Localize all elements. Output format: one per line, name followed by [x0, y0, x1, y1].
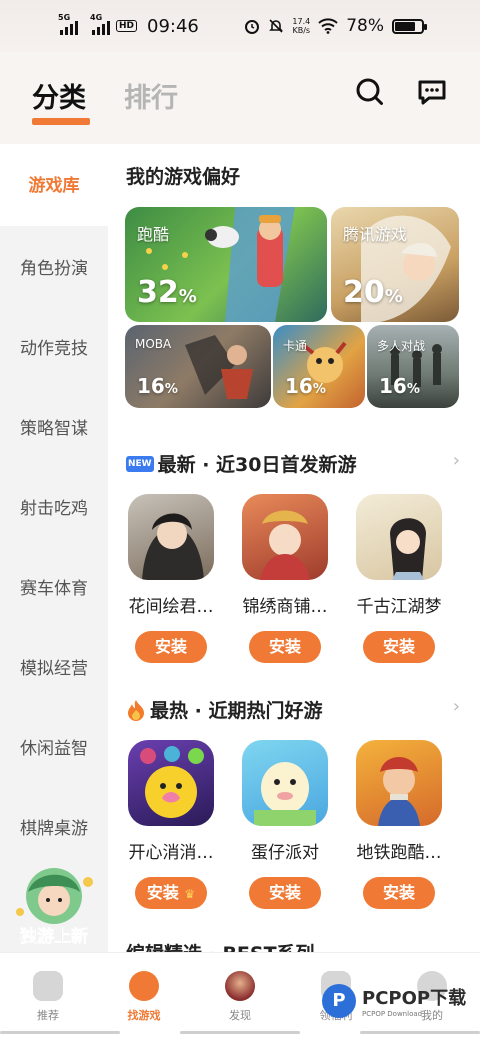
- install-button[interactable]: 安装: [363, 877, 435, 909]
- pref-card-tencent[interactable]: 腾讯游戏 20%: [331, 207, 459, 322]
- game-icon[interactable]: [242, 740, 328, 826]
- install-button[interactable]: 安装: [249, 631, 321, 663]
- home-indicator: [360, 1031, 480, 1034]
- nav-recommend[interactable]: 推荐: [0, 971, 96, 1023]
- top-header: 分类 排行: [0, 52, 480, 144]
- watermark-logo-icon: P: [322, 984, 356, 1018]
- pref-percent: 32%: [137, 275, 197, 310]
- newest-section-title: NEW 最新 · 近30日首发新游: [126, 454, 357, 476]
- tab-underline: [32, 118, 90, 125]
- hottest-more-arrow[interactable]: ›: [453, 696, 460, 717]
- game-icon[interactable]: [128, 494, 214, 580]
- install-button[interactable]: 安装: [135, 631, 207, 663]
- game-name: 千古江湖梦: [356, 597, 442, 617]
- game-card[interactable]: 地铁跑酷… 安装: [344, 740, 454, 909]
- sidebar-item-simulation[interactable]: 模拟经营: [0, 654, 108, 679]
- pref-label: 多人对战: [377, 339, 426, 353]
- crown-icon: ♛: [184, 887, 196, 901]
- install-button[interactable]: 安装: [249, 877, 321, 909]
- game-name: 地铁跑酷…: [356, 843, 442, 863]
- network-4g-label: 4G: [90, 13, 103, 22]
- game-icon[interactable]: [356, 740, 442, 826]
- search-icon[interactable]: [354, 76, 386, 108]
- pref-percent: 16%: [379, 374, 420, 398]
- game-icon[interactable]: [242, 494, 328, 580]
- tab-category[interactable]: 分类: [32, 76, 90, 125]
- watermark-brand: PCPOP下载: [362, 988, 467, 1009]
- signal-4g-icon: 4G: [90, 13, 110, 35]
- game-icon[interactable]: [356, 494, 442, 580]
- sidebar-item-casual[interactable]: 休闲益智: [0, 734, 108, 759]
- status-bar: 5G 4G HD 09:46 17.4 KB/s 78%: [0, 0, 480, 52]
- pref-label: 腾讯游戏: [343, 225, 408, 244]
- pref-card-multiplayer[interactable]: 多人对战 16%: [367, 325, 459, 408]
- hottest-section-title: 最热 · 近期热门好游: [126, 696, 322, 723]
- game-name: 花间绘君…: [128, 597, 214, 617]
- editor-section-title: 编辑精选 · BEST系列: [126, 939, 315, 952]
- sidebar-item-strategy[interactable]: 策略智谋: [0, 414, 108, 439]
- preferences-title: 我的游戏偏好: [126, 166, 241, 188]
- new-badge-icon: NEW: [126, 455, 154, 472]
- watermark-sub: PCPOP Download: [362, 1010, 423, 1018]
- game-icon[interactable]: [128, 740, 214, 826]
- pref-percent: 20%: [343, 275, 403, 310]
- clock: 09:46: [147, 15, 199, 37]
- nav-find-games[interactable]: 找游戏: [96, 971, 192, 1023]
- sidebar-item-game-library[interactable]: 游戏库: [0, 144, 108, 226]
- game-name: 开心消消…: [128, 843, 214, 863]
- sidebar-item-racing[interactable]: 赛车体育: [0, 574, 108, 599]
- sidebar-item-rpg[interactable]: 角色扮演: [0, 254, 108, 279]
- nav-discover[interactable]: 发现: [192, 971, 288, 1023]
- home-indicator: [0, 1031, 120, 1034]
- network-speed: 17.4 KB/s: [292, 17, 311, 35]
- sidebar-item-action[interactable]: 动作竞技: [0, 334, 108, 359]
- wifi-icon: [318, 18, 338, 34]
- pref-card-moba[interactable]: MOBA 16%: [125, 325, 271, 408]
- game-card[interactable]: 开心消消… 安装 ♛: [116, 740, 226, 909]
- discover-avatar-icon: [225, 971, 255, 1001]
- chat-bubble-icon[interactable]: [416, 76, 448, 108]
- pref-card-cartoon[interactable]: 卡通 16%: [273, 325, 365, 408]
- pref-label: MOBA: [135, 337, 172, 351]
- game-name: 蛋仔派对: [251, 843, 319, 863]
- game-card[interactable]: 千古江湖梦 安装: [344, 494, 454, 663]
- tab-ranking[interactable]: 排行: [124, 76, 178, 115]
- home-indicator: [180, 1031, 300, 1034]
- battery-percent: 78%: [346, 16, 384, 36]
- signal-5g-icon: 5G: [58, 13, 78, 35]
- game-card[interactable]: 花间绘君… 安装: [116, 494, 226, 663]
- alarm-icon: [245, 20, 260, 34]
- sidebar-item-board[interactable]: 棋牌桌游: [0, 814, 108, 839]
- network-5g-label: 5G: [58, 13, 71, 22]
- mascot-caption: 独游上新: [20, 926, 88, 946]
- pref-percent: 16%: [285, 374, 326, 398]
- category-sidebar: 游戏库 角色扮演 动作竞技 策略智谋 射击吃鸡 赛车体育 模拟经营 休闲益智 棋…: [0, 144, 108, 952]
- pref-label: 卡通: [283, 339, 308, 353]
- sidebar-item-shooter[interactable]: 射击吃鸡: [0, 494, 108, 519]
- install-button[interactable]: 安装 ♛: [135, 877, 207, 909]
- pref-card-parkour[interactable]: 跑酷 32%: [125, 207, 327, 322]
- game-name: 锦绣商铺…: [242, 597, 328, 617]
- recommend-icon: [33, 971, 63, 1001]
- game-card[interactable]: 蛋仔派对 安装: [230, 740, 340, 909]
- install-button[interactable]: 安装: [363, 631, 435, 663]
- pref-label: 跑酷: [137, 225, 170, 244]
- find-games-icon: [129, 971, 159, 1001]
- content-panel: 我的游戏偏好 跑酷 32% 腾讯游戏 20% MOBA 16% 卡通 16% 多…: [108, 144, 480, 952]
- hd-voice-icon: HD: [116, 20, 138, 32]
- newest-more-arrow[interactable]: ›: [453, 450, 460, 471]
- fire-icon: [128, 699, 144, 721]
- mute-bell-icon: [269, 19, 284, 33]
- battery-icon: [392, 18, 427, 34]
- watermark: P PCPOP下载 PCPOP Download: [322, 984, 466, 1018]
- game-card[interactable]: 锦绣商铺… 安装: [230, 494, 340, 663]
- pref-percent: 16%: [137, 374, 178, 398]
- indie-new-mascot-badge[interactable]: 独游上新: [6, 862, 102, 948]
